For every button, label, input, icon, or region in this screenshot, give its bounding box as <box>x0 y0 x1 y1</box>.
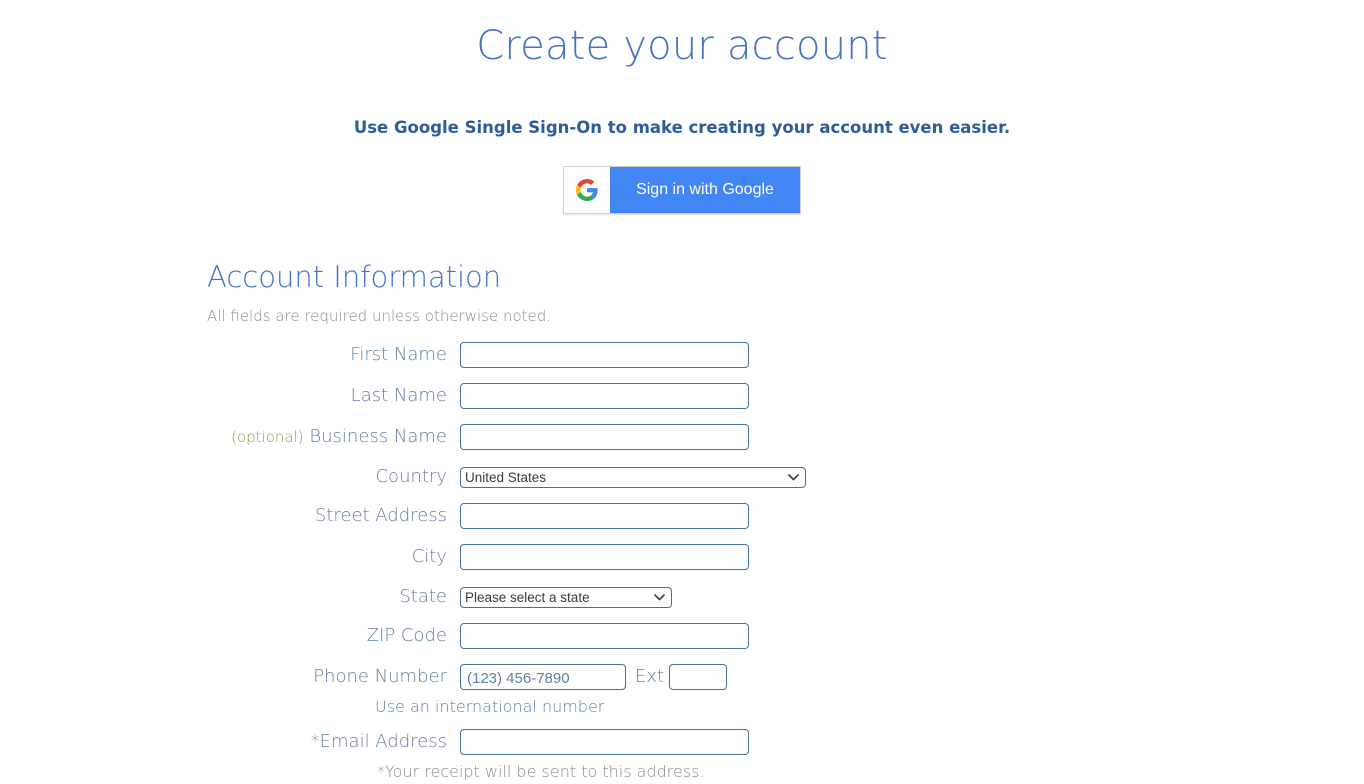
business-name-input[interactable] <box>460 424 749 450</box>
field-row-city: City <box>207 539 1364 575</box>
email-receipt-note: *Your receipt will be sent to this addre… <box>377 762 705 781</box>
sign-in-with-google-button[interactable]: Sign in with Google <box>563 166 801 214</box>
required-fields-note: All fields are required unless otherwise… <box>207 307 552 325</box>
state-select-wrapper: Please select a state <box>460 586 672 608</box>
email-address-input[interactable] <box>460 729 749 755</box>
sso-subtitle: Use Google Single Sign-On to make creati… <box>353 118 1011 137</box>
field-row-state: State Please select a state <box>207 579 1364 615</box>
page-title: Create your account <box>476 23 888 69</box>
first-name-label: First Name <box>350 344 447 365</box>
country-select[interactable]: United States <box>460 466 806 488</box>
city-label: City <box>411 546 447 567</box>
street-address-label: Street Address <box>314 505 447 526</box>
account-information-heading: Account Information <box>207 260 502 294</box>
field-row-country: Country United States <box>207 459 1364 495</box>
account-information-section: Account Information All fields are requi… <box>0 214 1364 784</box>
phone-ext-input[interactable] <box>669 664 728 690</box>
field-row-street-address: Street Address <box>207 498 1364 534</box>
zip-code-label: ZIP Code <box>366 625 447 646</box>
phone-number-input[interactable] <box>460 664 626 690</box>
business-name-optional-tag: (optional) <box>231 428 304 446</box>
sso-section: Use Google Single Sign-On to make creati… <box>0 72 1364 214</box>
last-name-label: Last Name <box>350 385 447 406</box>
zip-code-input[interactable] <box>460 623 749 649</box>
street-address-input[interactable] <box>460 503 749 529</box>
last-name-input[interactable] <box>460 383 749 409</box>
international-number-row: Use an international number <box>207 695 1364 719</box>
city-input[interactable] <box>460 544 749 570</box>
sso-button-container: Sign in with Google <box>0 139 1364 214</box>
field-row-last-name: Last Name <box>207 378 1364 414</box>
field-row-business-name: (optional) Business Name <box>207 419 1364 455</box>
country-label: Country <box>375 466 447 487</box>
field-row-phone-number: Phone Number Ext <box>207 659 1364 695</box>
use-international-number-link[interactable]: Use an international number <box>375 695 604 719</box>
field-row-email-address: *Email Address <box>207 724 1364 760</box>
google-g-icon <box>564 167 611 213</box>
account-information-form: First Name Last Name (optional) Business… <box>207 326 1364 784</box>
state-select[interactable]: Please select a state <box>460 586 672 608</box>
business-name-label: (optional) Business Name <box>231 426 447 447</box>
field-row-zip-code: ZIP Code <box>207 618 1364 654</box>
google-button-label: Sign in with Google <box>636 181 774 198</box>
phone-ext-label: Ext <box>635 666 665 687</box>
field-row-first-name: First Name <box>207 337 1364 373</box>
first-name-input[interactable] <box>460 342 749 368</box>
email-address-label: *Email Address <box>310 731 447 752</box>
country-select-wrapper: United States <box>460 466 806 488</box>
state-label: State <box>399 586 447 607</box>
phone-number-label: Phone Number <box>313 666 447 687</box>
email-note-row: *Your receipt will be sent to this addre… <box>207 760 1364 784</box>
